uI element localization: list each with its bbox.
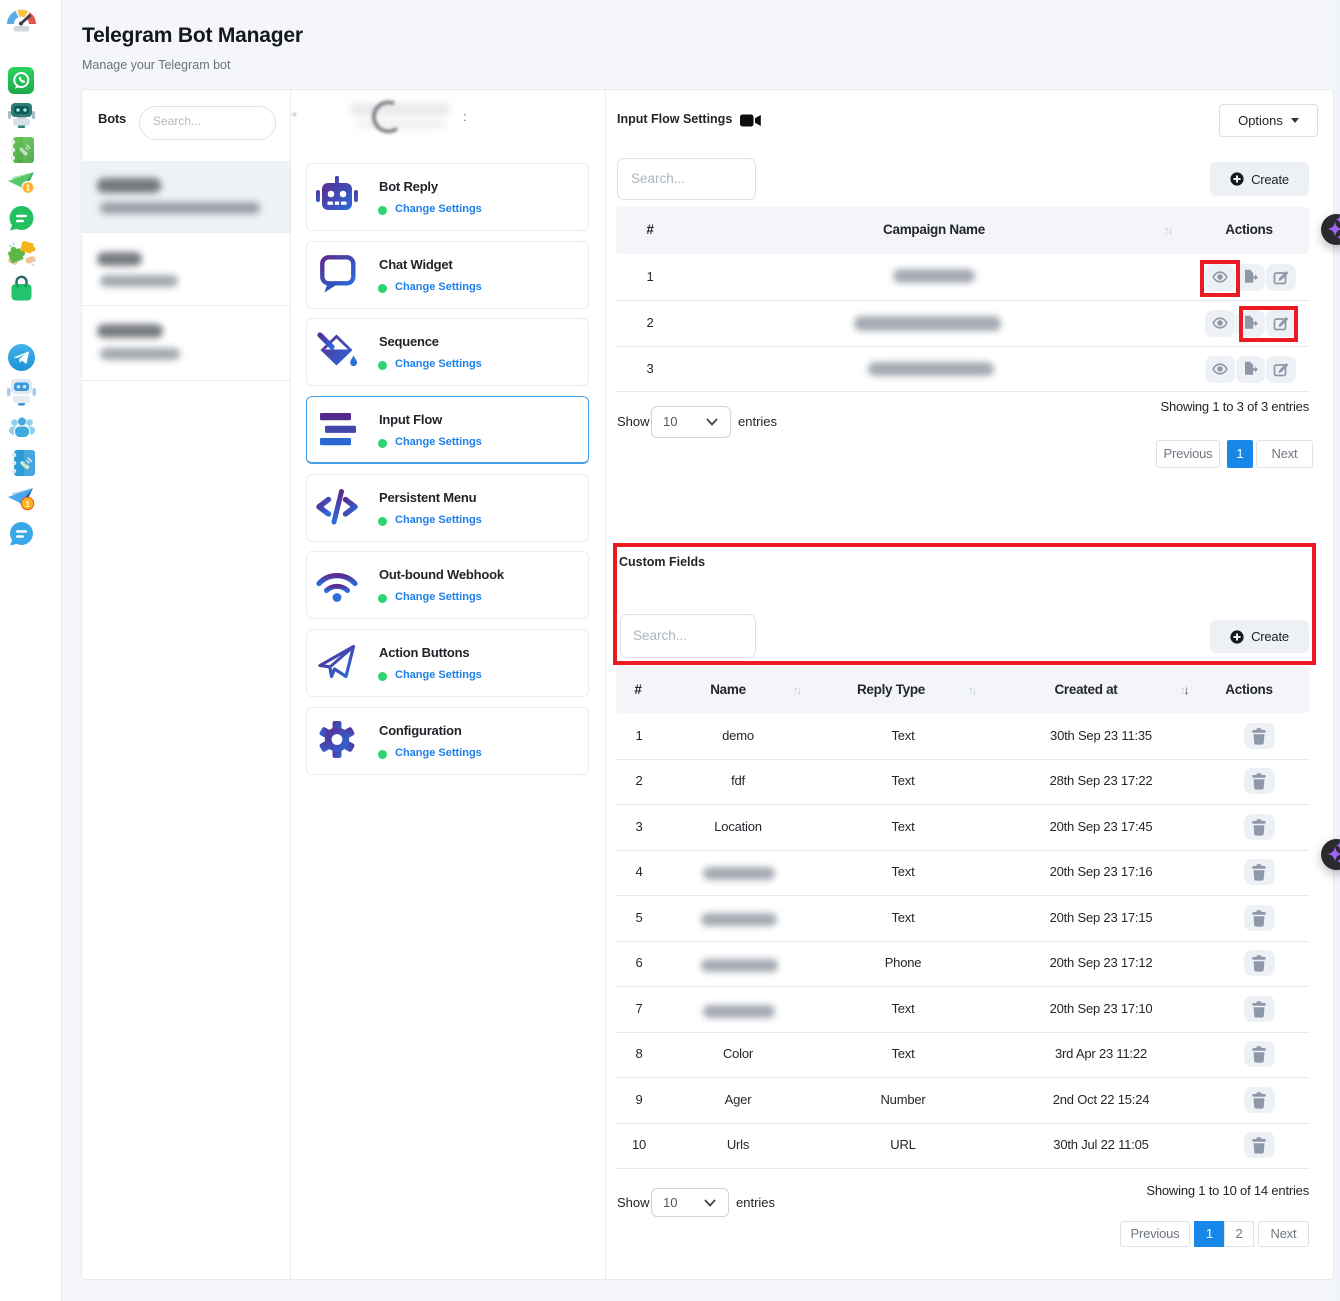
svg-text:1: 1 xyxy=(26,183,31,193)
svg-text:1: 1 xyxy=(25,499,30,509)
